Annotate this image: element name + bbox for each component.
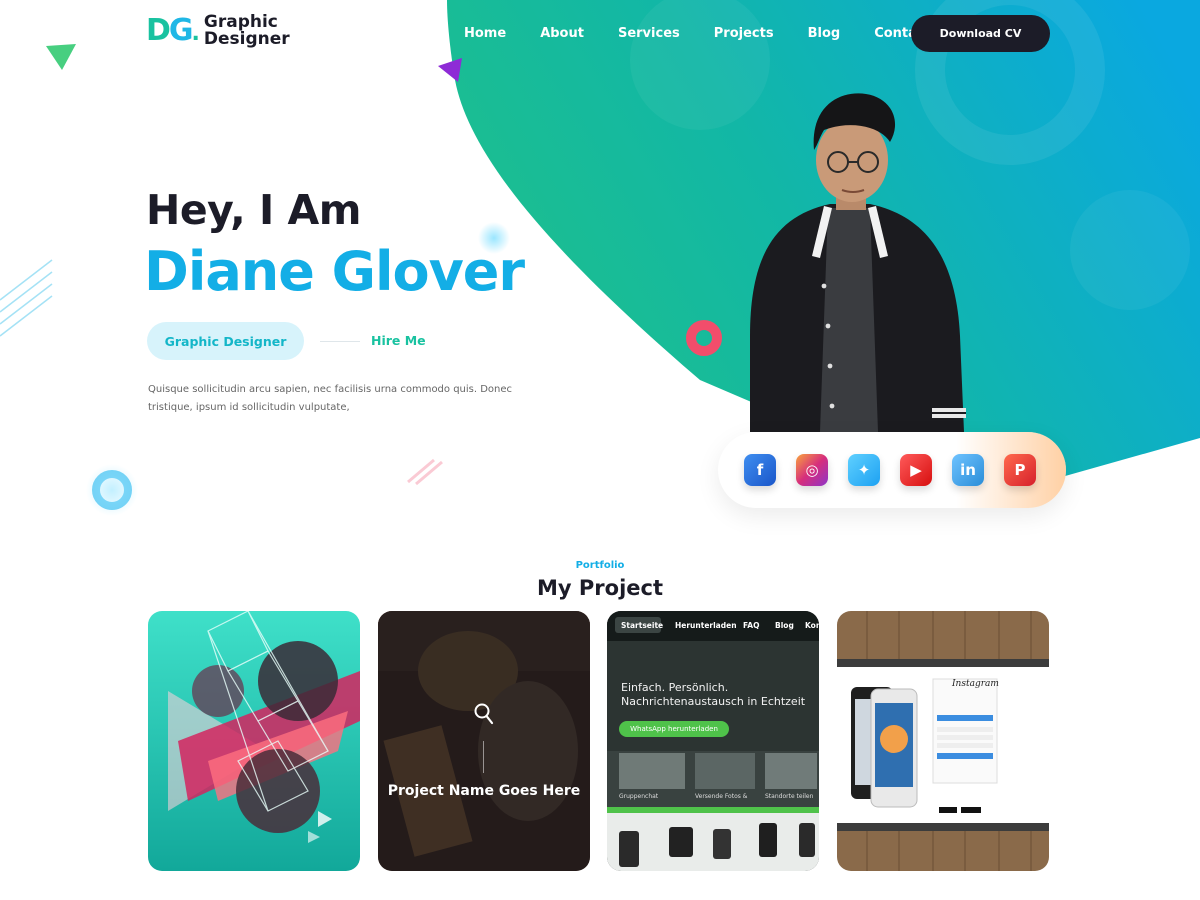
project-thumbnail-abstract — [148, 611, 360, 871]
main-nav: Home About Services Projects Blog Contac… — [448, 14, 965, 52]
nav-services[interactable]: Services — [618, 26, 680, 41]
logo-line-2: Designer — [203, 29, 290, 49]
project-card-1[interactable] — [148, 611, 360, 871]
profile-photo — [750, 93, 966, 432]
project-name[interactable]: Project Name Goes Here — [378, 783, 590, 799]
search-icon[interactable] — [474, 703, 494, 725]
pinterest-icon[interactable]: P — [1004, 454, 1036, 486]
download-cv-button[interactable]: Download CV — [911, 15, 1050, 52]
nav-home[interactable]: Home — [464, 26, 506, 41]
logo-mark-dot: . — [191, 21, 200, 46]
nav-about[interactable]: About — [540, 26, 584, 41]
site-caption-3: Standorte teilen — [765, 793, 814, 800]
site-headline-1: Einfach. Persönlich. — [621, 681, 729, 694]
instagram-icon[interactable]: ◎ — [796, 454, 828, 486]
hire-divider — [320, 341, 360, 342]
hero-name: Diane Glover — [144, 240, 525, 303]
nav-blog[interactable]: Blog — [808, 26, 841, 41]
project-card-3[interactable]: Startseite Herunterladen FAQ Blog Kon Ei… — [607, 611, 819, 871]
hero-greeting: Hey, I Am — [146, 186, 362, 234]
social-links-bar: f ◎ ✦ ▶ in P — [718, 432, 1066, 508]
portfolio-title: My Project — [537, 576, 663, 600]
logo-mark-d: D — [146, 13, 171, 48]
site-tab-kon: Kon — [805, 621, 819, 630]
facebook-icon[interactable]: f — [744, 454, 776, 486]
project-thumbnail-app — [837, 611, 1049, 871]
site-tab-herunterladen: Herunterladen — [675, 621, 737, 630]
site-tab-startseite: Startseite — [621, 621, 664, 630]
linkedin-icon[interactable]: in — [952, 454, 984, 486]
site-headline-2: Nachrichtenaustausch in Echtzeit — [621, 695, 806, 708]
site-tab-faq: FAQ — [743, 621, 760, 630]
hero-description: Quisque sollicitudin arcu sapien, nec fa… — [148, 384, 513, 413]
project-card-2[interactable]: Project Name Goes Here — [378, 611, 590, 871]
hire-me-link[interactable]: Hire Me — [371, 333, 426, 348]
site-download-button: WhatsApp herunterladen — [619, 721, 729, 737]
project-hover-overlay — [378, 611, 590, 871]
site-caption-1: Gruppenchat — [619, 793, 659, 800]
project-thumbnail-website — [607, 611, 819, 871]
app-title: Instagram — [952, 679, 999, 689]
portfolio-eyebrow: Portfolio — [575, 560, 625, 571]
site-caption-2: Versende Fotos & — [695, 793, 748, 800]
logo-mark-g: G — [168, 13, 194, 48]
hover-divider — [483, 741, 484, 773]
twitter-icon[interactable]: ✦ — [848, 454, 880, 486]
logo-mark: DG. — [146, 13, 200, 48]
project-card-4[interactable]: Instagram — [837, 611, 1049, 871]
role-badge[interactable]: Graphic Designer — [147, 322, 304, 360]
youtube-icon[interactable]: ▶ — [900, 454, 932, 486]
site-headline: Einfach. Persönlich. Nachrichtenaustausc… — [621, 681, 805, 709]
logo-text: Graphic Designer — [204, 14, 290, 48]
site-tab-blog: Blog — [775, 621, 794, 630]
logo[interactable]: DG. Graphic Designer — [146, 14, 290, 48]
nav-projects[interactable]: Projects — [714, 26, 774, 41]
